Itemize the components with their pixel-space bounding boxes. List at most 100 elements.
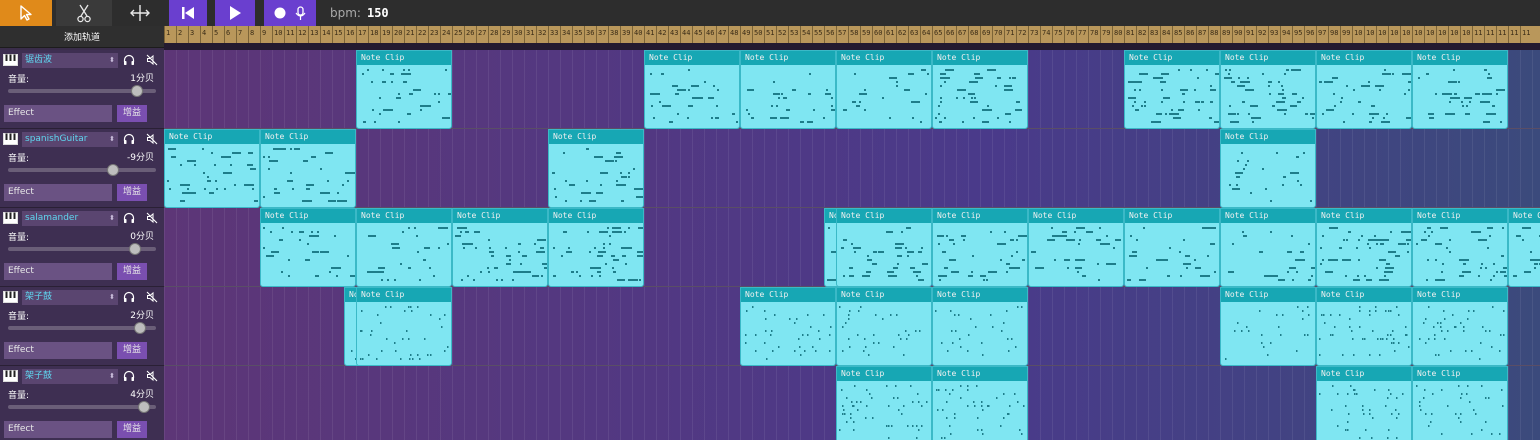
note-clip[interactable]: Note Clip [356, 50, 452, 129]
note-clip[interactable]: Note Clip [164, 129, 260, 208]
piano-icon[interactable] [2, 53, 19, 67]
effect-button[interactable]: Effect [4, 184, 112, 201]
mute-speaker-icon[interactable] [145, 369, 159, 383]
headphones-icon[interactable] [122, 53, 136, 67]
note-clip[interactable]: Note Clip [1316, 366, 1412, 440]
gain-button[interactable]: 增益 [117, 421, 147, 438]
note-clip[interactable]: Note Clip [1124, 208, 1220, 287]
piano-icon[interactable] [2, 132, 19, 146]
track-name-select[interactable]: spanishGuitar ⬍ [22, 131, 118, 147]
volume-slider[interactable] [8, 85, 156, 97]
headphones-icon[interactable] [122, 132, 136, 146]
note-clip[interactable]: Note Clip [1508, 208, 1540, 287]
record-button[interactable] [264, 0, 316, 26]
mute-speaker-icon[interactable] [145, 53, 159, 67]
headphones-icon[interactable] [122, 290, 136, 304]
mute-speaker-icon[interactable] [145, 290, 159, 304]
note-clip[interactable]: Note Clip [932, 287, 1028, 366]
effect-button[interactable]: Effect [4, 105, 112, 122]
note-clip[interactable]: Note Clip [1220, 50, 1316, 129]
note-block [897, 397, 899, 399]
track-lane[interactable]: Note Clip Note Clip Note Clip Note Clip [164, 129, 1540, 208]
timeline-ruler[interactable]: 1 2 3 4 5 6 7 8 9 10 11 12 13 14 15 16 17 18 19 20 21 22 23 24 2… [164, 26, 1540, 50]
effect-button[interactable]: Effect [4, 342, 112, 359]
mute-speaker-icon[interactable] [145, 211, 159, 225]
volume-slider[interactable] [8, 164, 156, 176]
volume-slider[interactable] [8, 243, 156, 255]
note-clip[interactable]: Note Clip [1412, 287, 1508, 366]
note-clip[interactable]: Note Clip [740, 50, 836, 129]
note-clip[interactable]: Note Clip [836, 208, 932, 287]
effect-button[interactable]: Effect [4, 421, 112, 438]
headphones-icon[interactable] [122, 369, 136, 383]
note-clip[interactable]: Note Clip [1220, 287, 1316, 366]
note-clip[interactable]: Note Clip [740, 287, 836, 366]
gain-button[interactable]: 增益 [117, 105, 147, 122]
gain-button[interactable]: 增益 [117, 263, 147, 280]
track-lane[interactable]: Note Clip Note Clip Note Clip Note Clip [164, 366, 1540, 440]
note-clip[interactable]: Note Clip [1316, 50, 1412, 129]
cut-tool[interactable] [56, 0, 112, 26]
ruler-tick-label: 55 [814, 29, 823, 37]
note-block [828, 227, 830, 229]
note-clip[interactable]: Note Clip [356, 208, 452, 287]
note-clip[interactable]: Note Clip [260, 129, 356, 208]
track-header: 架子鼓 ⬍ [2, 289, 118, 305]
gain-button[interactable]: 增益 [117, 342, 147, 359]
note-clip[interactable]: Note Clip [1124, 50, 1220, 129]
track-name-select[interactable]: salamander ⬍ [22, 210, 118, 226]
track-lane[interactable]: Note Clip Note Clip Note Clip Note Clip Note… [164, 50, 1540, 129]
note-pattern [263, 227, 355, 277]
note-clip[interactable]: Note Clip [836, 50, 932, 129]
note-clip[interactable]: Note Clip [1316, 287, 1412, 366]
ruler-tick-label: 10 [1414, 29, 1423, 37]
bpm-value[interactable]: 150 [367, 6, 389, 20]
note-clip[interactable]: Note Clip [452, 208, 548, 287]
note-clip[interactable]: Note Clip [1412, 50, 1508, 129]
mute-speaker-icon[interactable] [145, 132, 159, 146]
note-clip[interactable]: Note Clip [260, 208, 356, 287]
note-clip[interactable]: Note Clip [1028, 208, 1124, 287]
note-clip[interactable]: Note Clip [548, 129, 644, 208]
track-name-select[interactable]: 架子鼓 ⬍ [22, 289, 118, 305]
note-block [1480, 342, 1482, 344]
volume-slider-thumb[interactable] [129, 243, 142, 255]
resize-tool[interactable] [112, 0, 168, 26]
note-clip[interactable]: Note Clip [932, 208, 1028, 287]
track-name-select[interactable]: 锯齿波 ⬍ [22, 52, 118, 68]
note-clip[interactable]: Note Clip [1316, 208, 1412, 287]
note-clip[interactable]: Note Clip [1220, 208, 1316, 287]
note-clip[interactable]: Note Clip [932, 366, 1028, 440]
note-clip[interactable]: Note Clip [932, 50, 1028, 129]
volume-slider-thumb[interactable] [133, 322, 146, 334]
headphones-icon[interactable] [122, 211, 136, 225]
volume-slider-thumb[interactable] [130, 85, 143, 97]
piano-icon[interactable] [2, 369, 19, 383]
note-clip[interactable]: Note Clip [644, 50, 740, 129]
track-lane[interactable]: Note Clip Note Clip Note Clip Note Clip Note… [164, 287, 1540, 366]
note-clip[interactable]: Note Clip [1412, 208, 1508, 287]
note-clip[interactable]: Note Clip [1412, 366, 1508, 440]
play-button[interactable] [215, 0, 255, 26]
piano-icon[interactable] [2, 290, 19, 304]
note-clip[interactable]: Note Clip [356, 287, 452, 366]
volume-slider[interactable] [8, 322, 156, 334]
skip-back-button[interactable] [169, 0, 207, 26]
gain-button[interactable]: 增益 [117, 184, 147, 201]
track-name-select[interactable]: 架子鼓 ⬍ [22, 368, 118, 384]
piano-icon[interactable] [2, 211, 19, 225]
note-clip[interactable]: Note Clip [836, 366, 932, 440]
note-clip[interactable]: Note Clip [836, 287, 932, 366]
select-tool[interactable] [0, 0, 52, 26]
volume-slider-thumb[interactable] [138, 401, 151, 413]
note-clip[interactable]: Note Clip [548, 208, 644, 287]
note-block [982, 109, 992, 111]
track-lane[interactable]: Note Clip Note Clip Note Clip Note Clip Note… [164, 208, 1540, 287]
volume-slider-thumb[interactable] [107, 164, 120, 176]
volume-slider[interactable] [8, 401, 156, 413]
note-block [1516, 235, 1521, 237]
add-track-button[interactable]: 添加轨道 [0, 26, 164, 48]
note-clip[interactable]: Note Clip [1220, 129, 1316, 208]
note-pattern [167, 148, 258, 202]
effect-button[interactable]: Effect [4, 263, 112, 280]
